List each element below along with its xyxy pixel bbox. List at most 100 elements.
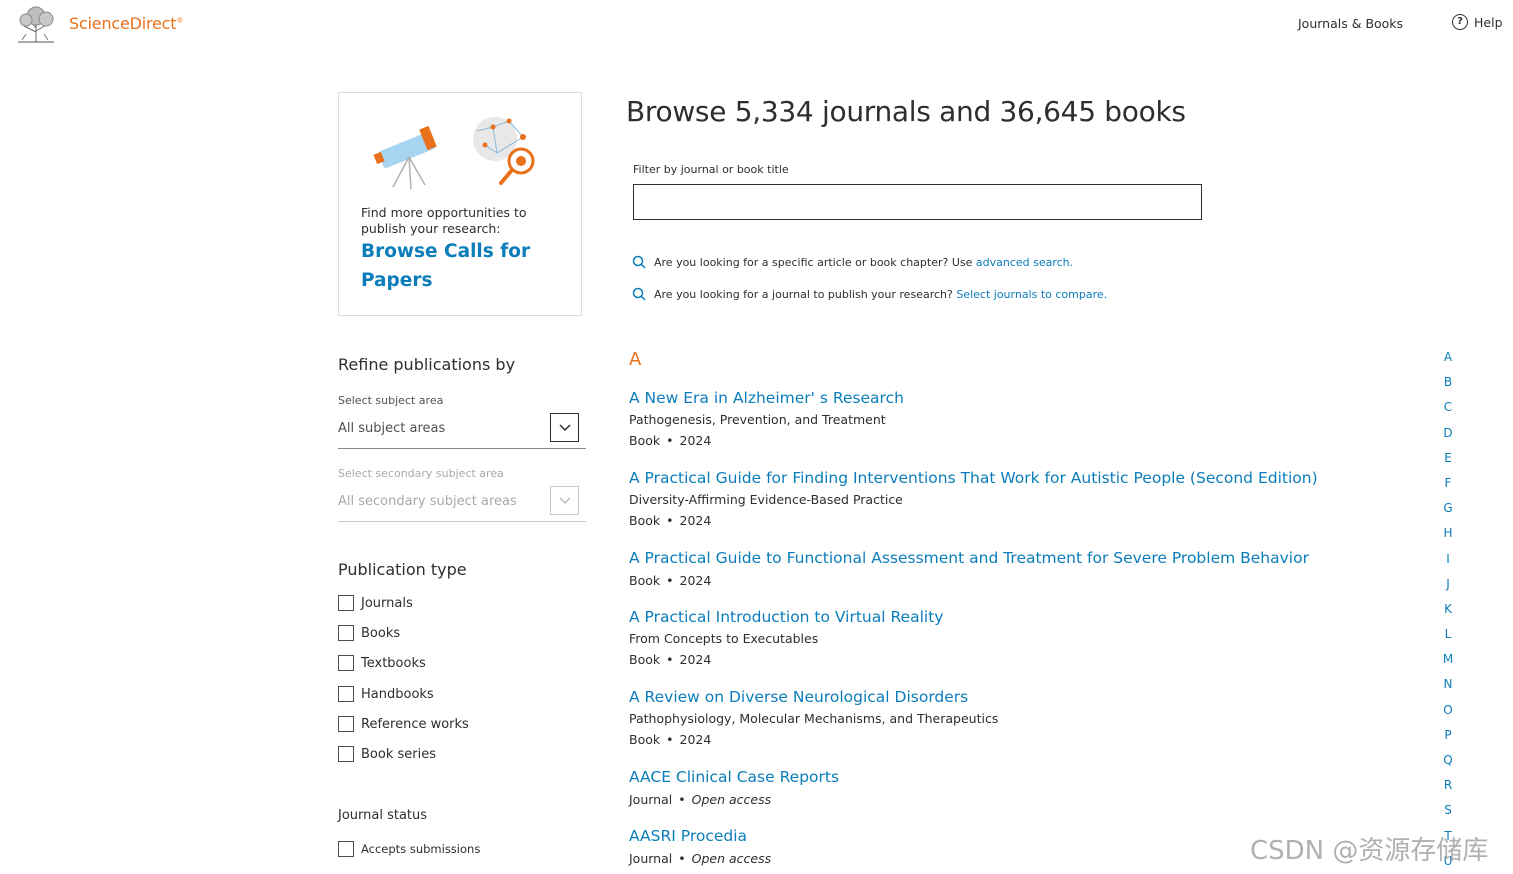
publication-title-link[interactable]: A Practical Guide for Finding Interventi…: [629, 469, 1318, 487]
subject-area-dropdown-button[interactable]: [550, 413, 579, 442]
publication-title-link[interactable]: A New Era in Alzheimer' s Research: [629, 389, 904, 407]
publication-title-link[interactable]: A Practical Guide to Functional Assessme…: [629, 549, 1309, 567]
publication-title-link[interactable]: AASRI Procedia: [629, 827, 771, 845]
calls-for-papers-promo: Find more opportunities to publish your …: [338, 92, 582, 316]
alpha-link-h[interactable]: H: [1440, 526, 1456, 551]
alpha-link-k[interactable]: K: [1440, 602, 1456, 627]
pubtype-textbooks-checkbox[interactable]: Textbooks: [338, 655, 426, 671]
list-item: A Practical Guide for Finding Interventi…: [629, 469, 1318, 528]
checkbox[interactable]: [338, 595, 354, 611]
advanced-search-link[interactable]: advanced search.: [976, 256, 1073, 269]
checkbox[interactable]: [338, 746, 354, 762]
publication-title-link[interactable]: A Practical Introduction to Virtual Real…: [629, 608, 943, 626]
alpha-link-f[interactable]: F: [1440, 476, 1456, 501]
letter-section-heading: A: [629, 349, 642, 370]
promo-text: Find more opportunities to publish your …: [361, 205, 527, 236]
checkbox-label: Book series: [361, 746, 436, 762]
checkbox-label: Accepts submissions: [361, 842, 481, 856]
alpha-link-c[interactable]: C: [1440, 400, 1456, 425]
browse-calls-for-papers-link[interactable]: Browse Calls for Papers: [361, 237, 561, 295]
publication-subtitle: Pathogenesis, Prevention, and Treatment: [629, 412, 886, 427]
nav-help-label: Help: [1474, 14, 1503, 30]
alpha-link-n[interactable]: N: [1440, 677, 1456, 702]
publication-title-link[interactable]: AACE Clinical Case Reports: [629, 768, 839, 786]
pubtype-books-checkbox[interactable]: Books: [338, 625, 400, 641]
page-title: Browse 5,334 journals and 36,645 books: [626, 95, 1186, 128]
publication-meta: Journal • Open access: [629, 792, 772, 807]
filter-title-input[interactable]: [633, 184, 1202, 220]
checkbox-label: Reference works: [361, 716, 469, 732]
list-item: AASRI Procedia Journal • Open access: [629, 827, 771, 866]
secondary-subject-underline: [338, 521, 586, 522]
checkbox-label: Textbooks: [361, 655, 426, 671]
alpha-link-p[interactable]: P: [1440, 728, 1456, 753]
nav-help[interactable]: ? Help: [1452, 14, 1503, 30]
checkbox[interactable]: [338, 716, 354, 732]
checkbox-label: Journals: [361, 595, 413, 611]
refine-title: Refine publications by: [338, 355, 516, 374]
accepts-submissions-checkbox[interactable]: Accepts submissions: [338, 841, 480, 857]
alpha-link-e[interactable]: E: [1440, 451, 1456, 476]
alphabet-nav: A B C D E F G H I J K L M N O P Q R S T …: [1440, 350, 1456, 874]
chevron-down-icon: [558, 423, 571, 431]
secondary-subject-dropdown-button: [550, 486, 579, 515]
alpha-link-l[interactable]: L: [1440, 627, 1456, 652]
publication-meta: Book • 2024: [629, 652, 712, 667]
publication-meta: Book • 2024: [629, 433, 712, 448]
publication-meta: Book • 2024: [629, 732, 712, 747]
site-header: ScienceDirect® Journals & Books ? Help: [0, 0, 1513, 50]
alpha-link-b[interactable]: B: [1440, 375, 1456, 400]
elsevier-tree-logo[interactable]: [14, 4, 58, 44]
secondary-subject-label: Select secondary subject area: [338, 467, 504, 480]
checkbox-label: Handbooks: [361, 686, 434, 702]
checkbox[interactable]: [338, 841, 354, 857]
pubtype-handbooks-checkbox[interactable]: Handbooks: [338, 686, 434, 702]
alpha-link-o[interactable]: O: [1440, 703, 1456, 728]
telescope-target-illustration: [373, 117, 535, 190]
alpha-link-s[interactable]: S: [1440, 803, 1456, 828]
watermark-text: CSDN @资源存储库: [1250, 836, 1489, 866]
checkbox[interactable]: [338, 625, 354, 641]
list-item: A New Era in Alzheimer' s Research Patho…: [629, 389, 904, 448]
journal-status-title: Journal status: [338, 808, 428, 823]
publication-title-link[interactable]: A Review on Diverse Neurological Disorde…: [629, 688, 998, 706]
list-item: A Practical Guide to Functional Assessme…: [629, 549, 1309, 588]
chevron-down-icon: [558, 496, 571, 504]
list-item: A Practical Introduction to Virtual Real…: [629, 608, 943, 667]
hint-text: Are you looking for a specific article o…: [654, 255, 976, 269]
hint-text: Are you looking for a journal to publish…: [654, 287, 957, 301]
publication-meta: Book • 2024: [629, 513, 712, 528]
list-item: A Review on Diverse Neurological Disorde…: [629, 688, 998, 747]
alpha-link-a[interactable]: A: [1440, 350, 1456, 375]
alpha-link-i[interactable]: I: [1440, 552, 1456, 577]
alpha-link-m[interactable]: M: [1440, 652, 1456, 677]
publication-meta: Journal • Open access: [629, 851, 772, 866]
checkbox[interactable]: [338, 686, 354, 702]
publication-subtitle: Pathophysiology, Molecular Mechanisms, a…: [629, 711, 999, 726]
publication-meta: Book • 2024: [629, 573, 712, 588]
alpha-link-d[interactable]: D: [1440, 426, 1456, 451]
publication-subtitle: From Concepts to Executables: [629, 631, 819, 646]
subject-area-underline: [338, 448, 586, 449]
publication-type-title: Publication type: [338, 560, 467, 579]
subject-area-label: Select subject area: [338, 394, 444, 407]
list-item: AACE Clinical Case Reports Journal • Open …: [629, 768, 839, 807]
nav-journals-books[interactable]: Journals & Books: [1298, 16, 1403, 31]
alpha-link-r[interactable]: R: [1440, 778, 1456, 803]
publication-subtitle: Diversity-Affirming Evidence-Based Pract…: [629, 492, 903, 507]
alpha-link-q[interactable]: Q: [1440, 753, 1456, 778]
alpha-link-g[interactable]: G: [1440, 501, 1456, 526]
subject-area-value[interactable]: All subject areas: [338, 421, 445, 436]
brand-name[interactable]: ScienceDirect®: [69, 14, 183, 33]
pubtype-journals-checkbox[interactable]: Journals: [338, 595, 413, 611]
search-icon: [632, 255, 646, 269]
compare-journals-hint: Are you looking for a journal to publish…: [632, 287, 1107, 301]
select-journals-link[interactable]: Select journals to compare.: [956, 288, 1107, 301]
checkbox[interactable]: [338, 655, 354, 671]
search-icon: [632, 287, 646, 301]
pubtype-reference-works-checkbox[interactable]: Reference works: [338, 716, 469, 732]
secondary-subject-value: All secondary subject areas: [338, 494, 517, 509]
pubtype-book-series-checkbox[interactable]: Book series: [338, 746, 436, 762]
help-icon: ?: [1452, 14, 1468, 30]
alpha-link-j[interactable]: J: [1440, 577, 1456, 602]
